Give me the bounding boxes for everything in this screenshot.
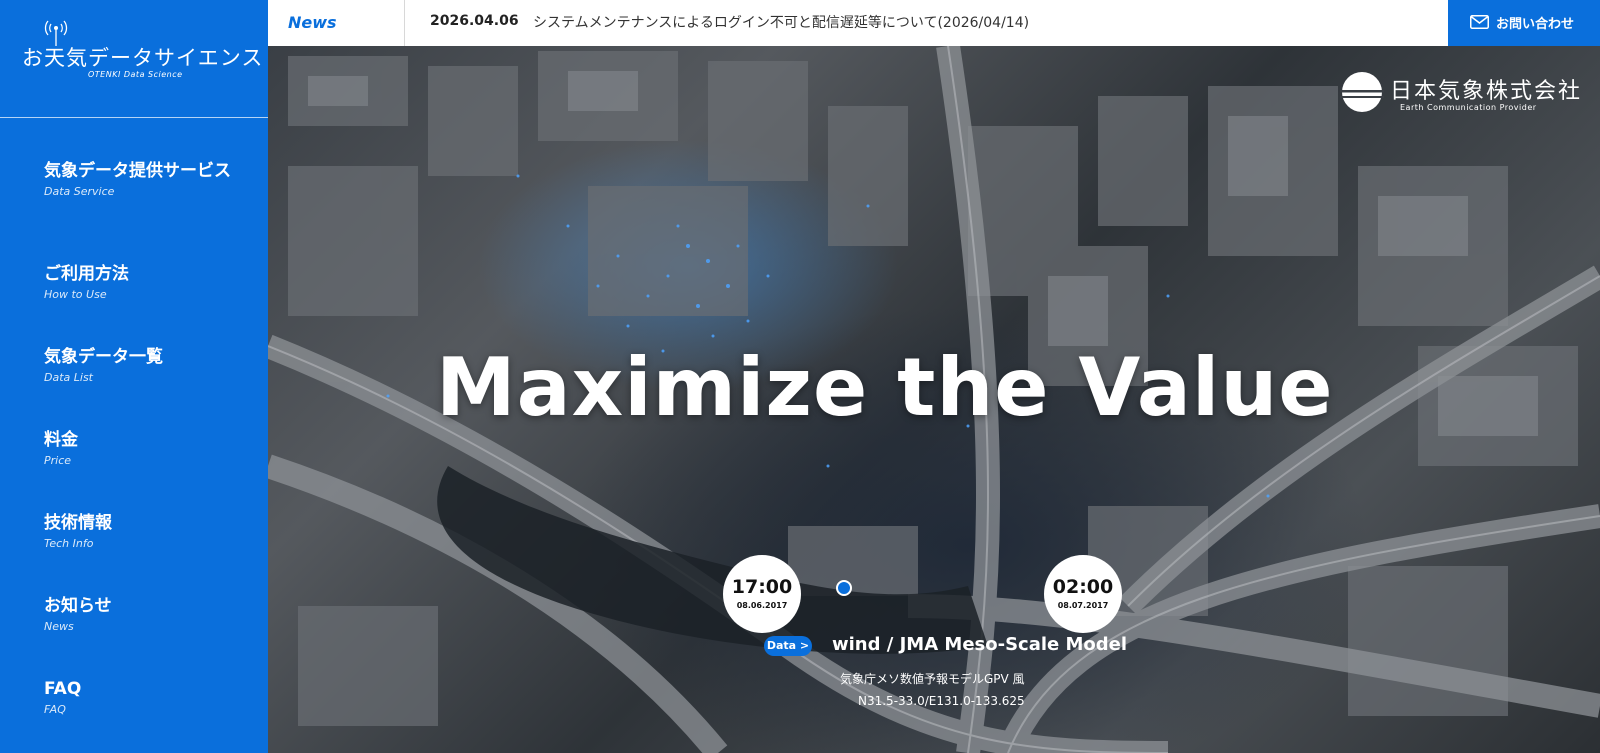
time-end-date: 08.07.2017 bbox=[1057, 601, 1109, 610]
nav-label: 気象データ提供サービス bbox=[44, 161, 231, 181]
nav-label: お知らせ bbox=[44, 596, 112, 616]
company-tagline: Earth Communication Provider bbox=[1400, 103, 1537, 112]
sidebar: お天気データサイエンス OTENKI Data Science 気象データ提供サ… bbox=[0, 0, 268, 753]
hero-section: 日本気象株式会社 Earth Communication Provider Ma… bbox=[268, 46, 1600, 753]
nav-sublabel: Data Service bbox=[44, 185, 115, 198]
news-bar: News 2026.04.06 システムメンテナンスによるログイン不可と配信遅延… bbox=[268, 0, 1600, 46]
time-start-date: 08.06.2017 bbox=[736, 601, 788, 610]
contact-label: お問い合わせ bbox=[1496, 17, 1575, 32]
news-date: 2026.04.06 bbox=[430, 13, 519, 29]
nav-item-news[interactable]: お知らせ News bbox=[44, 596, 244, 634]
company-logo-icon bbox=[1340, 72, 1384, 112]
nav-label: 技術情報 bbox=[44, 513, 112, 533]
nav-label: ご利用方法 bbox=[44, 264, 129, 284]
nav-item-how-to-use[interactable]: ご利用方法 How to Use bbox=[44, 264, 244, 302]
timeline-progress-handle[interactable] bbox=[836, 580, 852, 596]
nav-label: 気象データ一覧 bbox=[44, 347, 163, 367]
nav-item-data-list[interactable]: 気象データ一覧 Data List bbox=[44, 347, 244, 385]
hero-title: Maximize the Value bbox=[436, 341, 1334, 434]
time-end-circle: 02:00 08.07.2017 bbox=[1044, 555, 1122, 633]
nav-label: 料金 bbox=[44, 430, 78, 450]
nav-item-tech-info[interactable]: 技術情報 Tech Info bbox=[44, 513, 244, 551]
data-description: 気象庁メソ数値予報モデルGPV 風 bbox=[840, 672, 1025, 686]
news-tag-label: News bbox=[288, 13, 337, 32]
site-logo[interactable]: お天気データサイエンス OTENKI Data Science bbox=[0, 0, 268, 118]
news-tag[interactable]: News bbox=[268, 0, 405, 46]
nav-sublabel: Data List bbox=[44, 371, 93, 384]
nav-sublabel: Tech Info bbox=[44, 537, 94, 550]
logo-title: お天気データサイエンス bbox=[22, 46, 264, 70]
data-link-button[interactable]: Data > bbox=[764, 636, 812, 656]
company-brand: 日本気象株式会社 Earth Communication Provider bbox=[1340, 70, 1580, 118]
nav-sublabel: Price bbox=[44, 454, 72, 467]
time-start-time: 17:00 bbox=[731, 576, 793, 598]
time-end-time: 02:00 bbox=[1052, 576, 1114, 598]
logo-subtitle: OTENKI Data Science bbox=[88, 70, 183, 79]
nav-item-data-service[interactable]: 気象データ提供サービス Data Service bbox=[44, 161, 244, 199]
contact-button[interactable]: お問い合わせ bbox=[1448, 0, 1600, 46]
nav-sublabel: News bbox=[44, 620, 74, 633]
data-title: wind / JMA Meso-Scale Model bbox=[832, 634, 1128, 655]
nav-label: FAQ bbox=[44, 679, 82, 699]
mail-icon bbox=[1470, 15, 1489, 29]
nav-item-faq[interactable]: FAQ FAQ bbox=[44, 679, 244, 717]
data-coordinates: N31.5-33.0/E131.0-133.625 bbox=[858, 694, 1025, 708]
nav-sublabel: FAQ bbox=[44, 703, 66, 716]
company-name: 日本気象株式会社 bbox=[1390, 79, 1583, 104]
time-start-circle: 17:00 08.06.2017 bbox=[723, 555, 801, 633]
nav-sublabel: How to Use bbox=[44, 288, 107, 301]
news-headline-link[interactable]: システムメンテナンスによるログイン不可と配信遅延等について(2026/04/14… bbox=[533, 12, 1029, 32]
nav-item-price[interactable]: 料金 Price bbox=[44, 430, 244, 468]
